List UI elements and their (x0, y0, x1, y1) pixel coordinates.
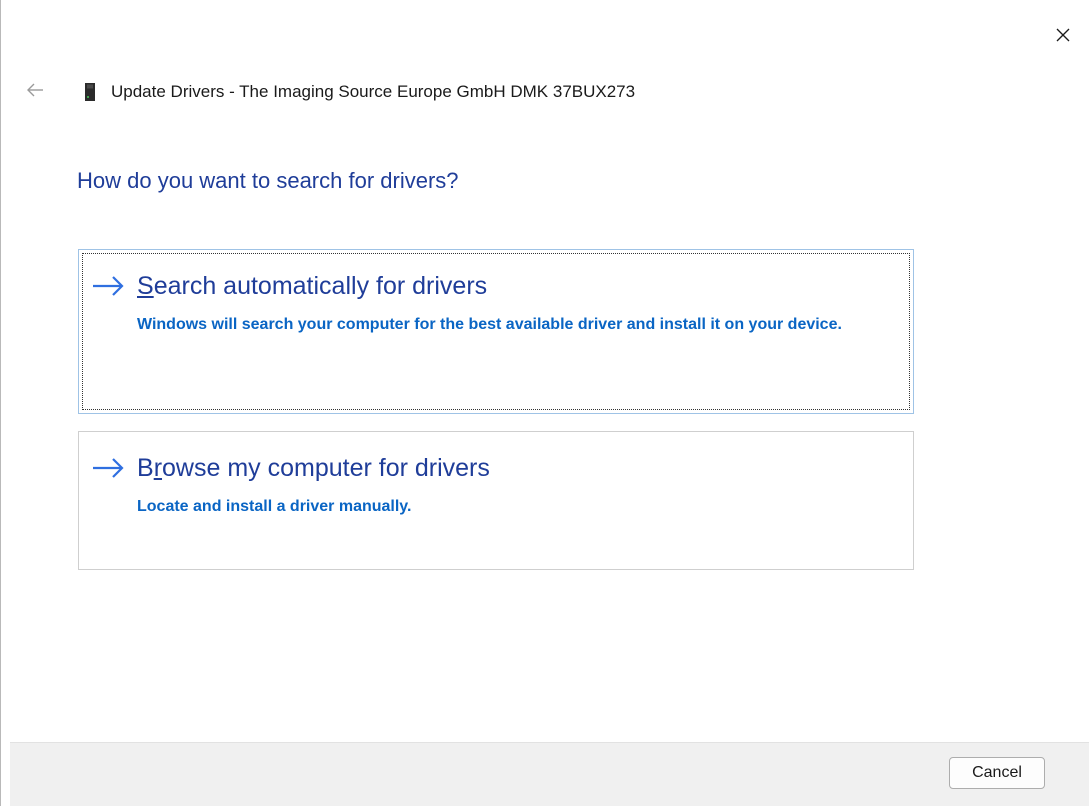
window-title: Update Drivers - The Imaging Source Euro… (111, 82, 636, 101)
cancel-button[interactable]: Cancel (949, 757, 1045, 789)
browse-computer-title: Browse my computer for drivers (137, 454, 490, 482)
right-arrow-icon (93, 276, 124, 296)
back-button[interactable] (21, 76, 49, 104)
search-automatically-description: Windows will search your computer for th… (137, 316, 842, 333)
search-automatically-option[interactable]: Search automatically for drivers Windows… (78, 249, 914, 414)
right-arrow-icon (93, 458, 124, 478)
browse-computer-description: Locate and install a driver manually. (137, 498, 412, 515)
back-arrow-icon (27, 83, 43, 97)
usb-device-icon (79, 81, 101, 103)
dialog-footer: Cancel (10, 742, 1089, 806)
update-drivers-window: Update Drivers - The Imaging Source Euro… (0, 0, 1089, 806)
search-automatically-title: Search automatically for drivers (137, 272, 488, 300)
page-heading: How do you want to search for drivers? (77, 168, 459, 193)
window-title-bar: Update Drivers - The Imaging Source Euro… (79, 80, 635, 104)
close-icon (1056, 28, 1070, 42)
browse-computer-option[interactable]: Browse my computer for drivers Locate an… (78, 431, 914, 570)
close-button[interactable] (1037, 0, 1089, 70)
